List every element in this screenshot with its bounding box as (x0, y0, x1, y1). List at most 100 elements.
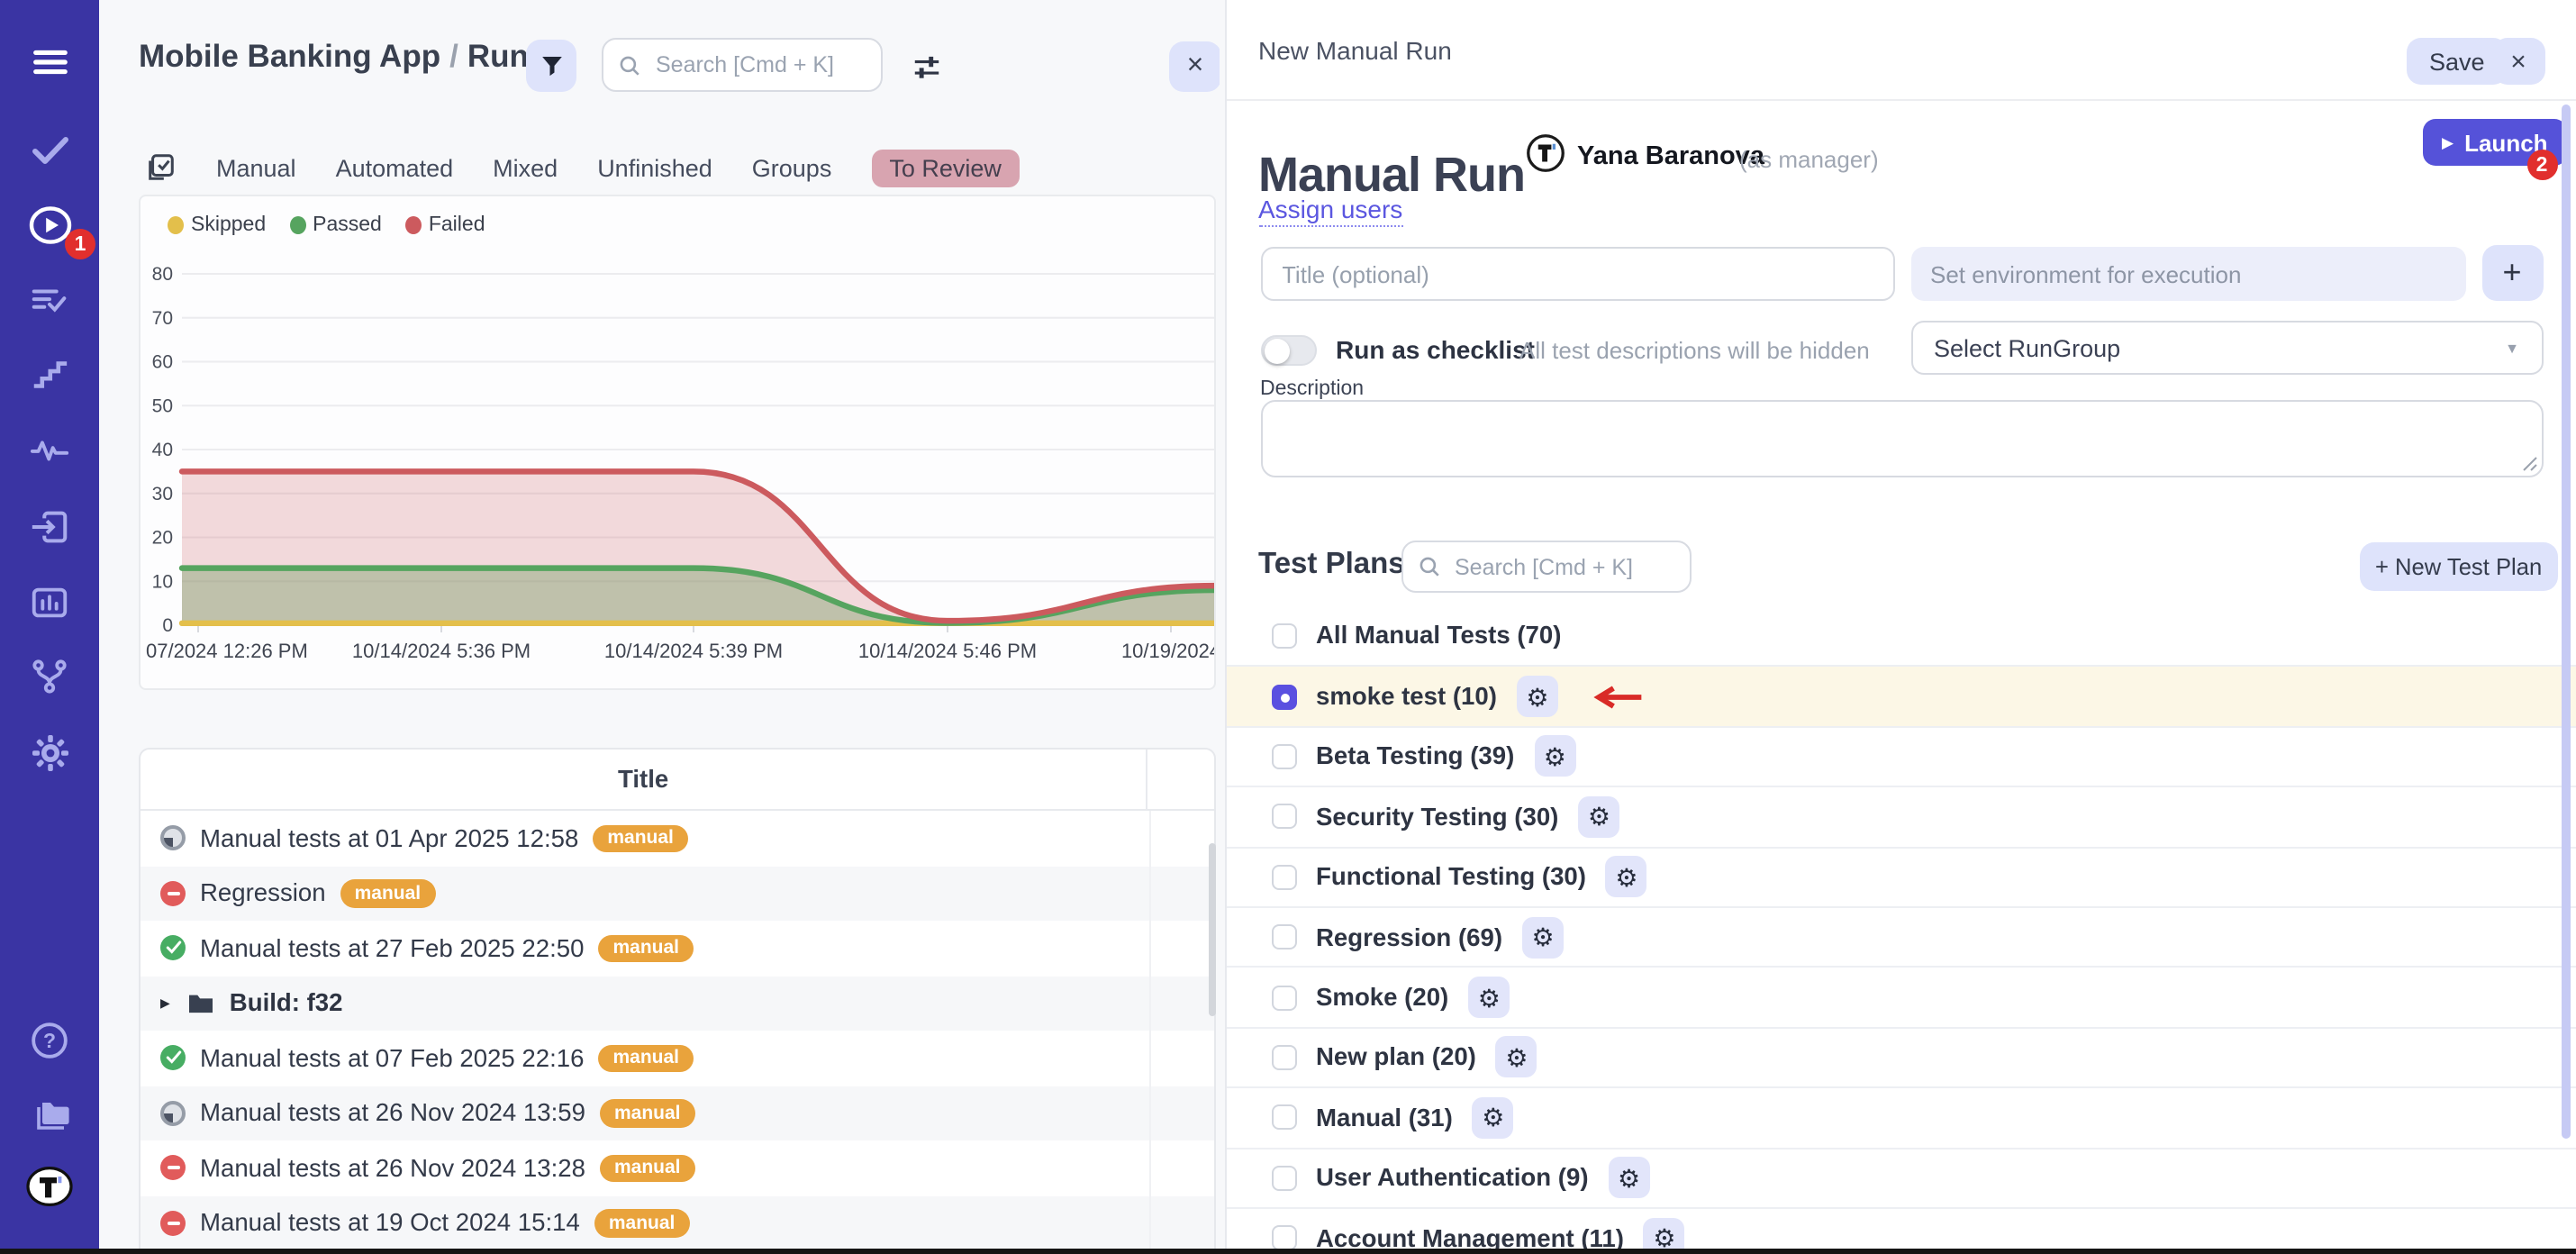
run-as-checklist-toggle[interactable] (1260, 335, 1316, 366)
runs-search[interactable] (602, 38, 883, 92)
sidebar-item-steps[interactable] (0, 353, 99, 396)
legend-item-passed[interactable]: Passed (289, 214, 382, 236)
test-plan-checkbox[interactable] (1271, 804, 1296, 830)
test-plan-checkbox[interactable] (1271, 744, 1296, 769)
test-plan-label[interactable]: smoke test (10) (1316, 683, 1497, 710)
test-plan-label[interactable]: Beta Testing (39) (1316, 743, 1514, 770)
table-row[interactable]: Manual tests at 07 Feb 2025 22:16manual (141, 1031, 1214, 1086)
test-plan-row[interactable]: Regression (69) ⚙ (1226, 906, 2576, 967)
tab-automated[interactable]: Automated (336, 154, 454, 181)
test-plan-row[interactable]: Smoke (20) ⚙ (1226, 967, 2576, 1027)
gear-icon[interactable]: ⚙ (1468, 977, 1510, 1018)
test-plan-checkbox[interactable] (1271, 1165, 1296, 1190)
test-plan-row[interactable]: smoke test (10) ⚙ (1226, 666, 2576, 726)
gear-icon[interactable]: ⚙ (1496, 1037, 1537, 1078)
table-row[interactable]: Manual tests at 27 Feb 2025 22:50manual (141, 921, 1214, 976)
test-plan-row[interactable]: User Authentication (9) ⚙ (1226, 1147, 2576, 1207)
table-row[interactable]: Regressionmanual (141, 866, 1214, 921)
test-plan-row[interactable]: All Manual Tests (70) (1226, 605, 2576, 666)
sidebar-item-logo[interactable] (0, 1164, 99, 1207)
test-plan-row[interactable]: Manual (31) ⚙ (1226, 1086, 2576, 1147)
test-plan-checkbox[interactable] (1271, 1105, 1296, 1131)
manager-avatar[interactable] (1525, 133, 1565, 173)
test-plans-search[interactable] (1401, 541, 1691, 593)
test-plan-row[interactable]: Functional Testing (30) ⚙ (1226, 846, 2576, 906)
sidebar-item-settings[interactable] (0, 732, 99, 775)
area-chart[interactable]: 0102030405060708007/2024 12:26 PM10/14/2… (141, 196, 1216, 690)
column-header-title[interactable]: Title (141, 750, 1146, 809)
sidebar-item-help[interactable]: ? (0, 1018, 99, 1061)
legend-dot (168, 216, 184, 234)
legend-item-failed[interactable]: Failed (405, 214, 485, 236)
sidebar-item-pulse[interactable] (0, 427, 99, 470)
sidebar-item-test-plans[interactable] (0, 279, 99, 323)
run-title-input[interactable] (1260, 247, 1894, 301)
projects-icon (28, 1094, 71, 1137)
runs-search-input[interactable] (652, 50, 866, 79)
test-plan-row[interactable]: Security Testing (30) ⚙ (1226, 786, 2576, 846)
test-plan-checkbox[interactable] (1271, 684, 1296, 709)
add-environment-button[interactable]: + (2481, 245, 2543, 301)
test-plan-checkbox[interactable] (1271, 1225, 1296, 1250)
tab-unfinished[interactable]: Unfinished (597, 154, 712, 181)
test-plans-search-input[interactable] (1451, 552, 1674, 581)
close-icon: × (1187, 50, 1204, 83)
adjustments-button[interactable] (906, 47, 946, 86)
test-plan-label[interactable]: Manual (31) (1316, 1104, 1453, 1131)
description-textarea[interactable] (1260, 400, 2543, 477)
test-plan-label[interactable]: New plan (20) (1316, 1044, 1476, 1071)
gear-icon[interactable]: ⚙ (1578, 796, 1619, 838)
check-icon (165, 1051, 181, 1066)
close-panel-button[interactable]: × (2492, 38, 2544, 85)
tab-to-review[interactable]: To Review (871, 149, 1020, 186)
assign-users-link[interactable]: Assign users (1258, 195, 1402, 227)
table-row[interactable]: Manual tests at 19 Oct 2024 15:14manual (141, 1195, 1214, 1250)
test-plan-checkbox[interactable] (1271, 924, 1296, 950)
sidebar-item-tests[interactable] (0, 128, 99, 171)
resize-grip-icon[interactable] (2521, 456, 2537, 472)
select-runs-icon[interactable] (146, 151, 177, 184)
gear-icon[interactable]: ⚙ (1606, 857, 1647, 898)
caret-right-icon[interactable]: ▶ (160, 996, 170, 1011)
breadcrumb-project[interactable]: Mobile Banking App (139, 38, 440, 74)
test-plan-checkbox[interactable] (1271, 622, 1296, 648)
sidebar-item-projects[interactable] (0, 1094, 99, 1137)
run-title: Manual tests at 26 Nov 2024 13:59 (200, 1100, 585, 1127)
tab-manual[interactable]: Manual (216, 154, 296, 181)
gear-icon[interactable]: ⚙ (1473, 1097, 1514, 1139)
close-runs-panel-button[interactable]: × (1169, 41, 1219, 92)
test-plan-row[interactable]: Beta Testing (39) ⚙ (1226, 726, 2576, 786)
rungroup-select[interactable]: Select RunGroup ▼ (1910, 321, 2543, 375)
panel-scrollbar[interactable] (2561, 104, 2570, 1139)
gear-icon[interactable]: ⚙ (1534, 736, 1575, 777)
test-plan-checkbox[interactable] (1271, 865, 1296, 890)
new-test-plan-button[interactable]: + New Test Plan (2359, 542, 2558, 591)
gear-icon[interactable]: ⚙ (1609, 1157, 1650, 1198)
runs-panel-scrollbar[interactable] (1209, 843, 1216, 1016)
svg-text:70: 70 (152, 308, 173, 329)
test-plan-label[interactable]: Smoke (20) (1316, 984, 1448, 1011)
sidebar-item-import[interactable] (0, 504, 99, 548)
sidebar-item-branch[interactable] (0, 654, 99, 697)
table-row[interactable]: Manual tests at 26 Nov 2024 13:28manual (141, 1140, 1214, 1195)
sidebar-item-analytics[interactable] (0, 580, 99, 623)
legend-item-skipped[interactable]: Skipped (168, 214, 266, 236)
sidebar-item-menu[interactable] (0, 40, 99, 83)
test-plan-label[interactable]: User Authentication (9) (1316, 1164, 1589, 1191)
test-plan-checkbox[interactable] (1271, 985, 1296, 1010)
environment-input[interactable] (1910, 247, 2465, 301)
table-row[interactable]: Manual tests at 26 Nov 2024 13:59manual (141, 1086, 1214, 1140)
test-plan-label[interactable]: Functional Testing (30) (1316, 864, 1586, 891)
filter-button[interactable] (526, 40, 576, 92)
test-plan-label[interactable]: Regression (69) (1316, 923, 1502, 950)
test-plan-row[interactable]: New plan (20) ⚙ (1226, 1026, 2576, 1086)
gear-icon[interactable]: ⚙ (1522, 916, 1564, 958)
test-plan-label[interactable]: All Manual Tests (70) (1316, 622, 1561, 649)
table-row[interactable]: ▶Build: f32 (141, 976, 1214, 1031)
test-plan-label[interactable]: Security Testing (30) (1316, 804, 1558, 831)
tab-groups[interactable]: Groups (752, 154, 832, 181)
gear-icon[interactable]: ⚙ (1517, 676, 1558, 717)
table-row[interactable]: Manual tests at 01 Apr 2025 12:58manual (141, 811, 1214, 866)
tab-mixed[interactable]: Mixed (493, 154, 558, 181)
test-plan-checkbox[interactable] (1271, 1045, 1296, 1070)
